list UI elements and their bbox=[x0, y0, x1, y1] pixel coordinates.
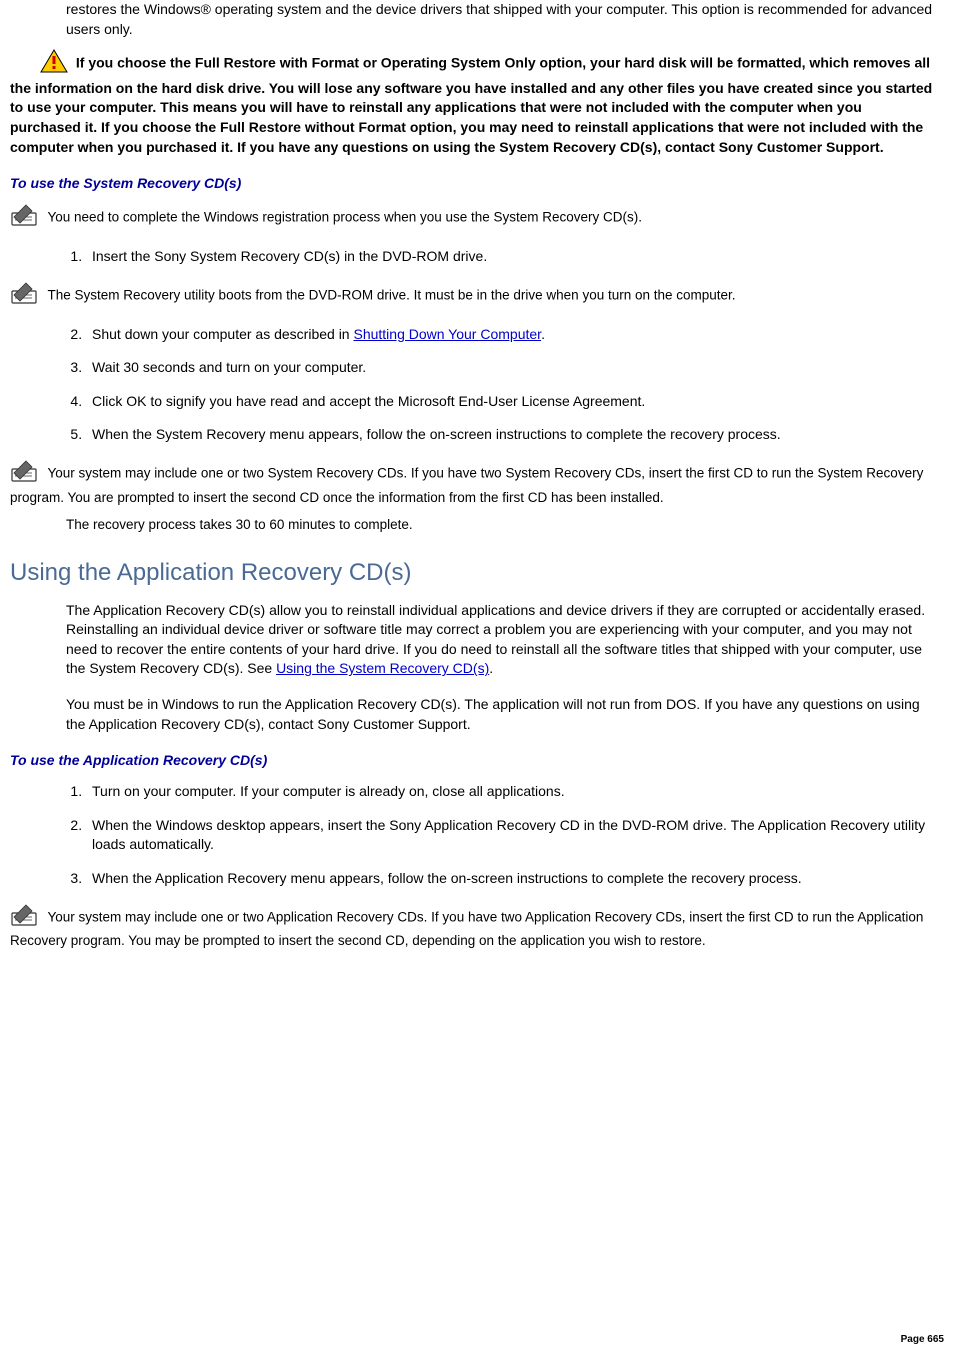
warning-icon bbox=[40, 49, 68, 79]
list-item: Turn on your computer. If your computer … bbox=[86, 782, 944, 802]
step-text-post: . bbox=[541, 326, 545, 342]
warning-callout: If you choose the Full Restore with Form… bbox=[10, 49, 934, 157]
warning-text: If you choose the Full Restore with Form… bbox=[10, 55, 932, 155]
pencil-note-icon bbox=[10, 281, 40, 311]
pencil-note-icon bbox=[10, 203, 40, 233]
note-duration: The recovery process takes 30 to 60 minu… bbox=[66, 516, 934, 535]
note-text: You need to complete the Windows registr… bbox=[44, 210, 642, 225]
note-boot: The System Recovery utility boots from t… bbox=[10, 281, 934, 311]
list-item: When the Windows desktop appears, insert… bbox=[86, 816, 944, 855]
section-heading-app-recovery: Using the Application Recovery CD(s) bbox=[10, 559, 944, 587]
intro-paragraph: restores the Windows® operating system a… bbox=[66, 0, 934, 39]
section-heading-system-recovery: To use the System Recovery CD(s) bbox=[10, 175, 944, 191]
pencil-note-icon bbox=[10, 903, 40, 933]
pencil-note-icon bbox=[10, 459, 40, 489]
system-recovery-link[interactable]: Using the System Recovery CD(s) bbox=[276, 660, 489, 676]
list-item: Click OK to signify you have read and ac… bbox=[86, 392, 944, 412]
note-app-two-cds: Your system may include one or two Appli… bbox=[10, 903, 934, 952]
step-text-pre: Shut down your computer as described in bbox=[92, 326, 353, 342]
section-heading-use-app-recovery: To use the Application Recovery CD(s) bbox=[10, 752, 944, 768]
note-registration: You need to complete the Windows registr… bbox=[10, 203, 934, 233]
list-item: When the System Recovery menu appears, f… bbox=[86, 425, 944, 445]
para-text-post: . bbox=[489, 660, 493, 676]
system-recovery-steps-part1: Insert the Sony System Recovery CD(s) in… bbox=[66, 247, 944, 267]
para-text-pre: The Application Recovery CD(s) allow you… bbox=[66, 602, 925, 677]
app-recovery-para2: You must be in Windows to run the Applic… bbox=[66, 695, 934, 734]
note-two-cds: Your system may include one or two Syste… bbox=[10, 459, 934, 508]
note-text: Your system may include one or two Syste… bbox=[10, 465, 923, 504]
shutting-down-link[interactable]: Shutting Down Your Computer bbox=[353, 326, 541, 342]
system-recovery-steps-part2: Shut down your computer as described in … bbox=[66, 325, 944, 445]
list-item: When the Application Recovery menu appea… bbox=[86, 869, 944, 889]
list-item: Insert the Sony System Recovery CD(s) in… bbox=[86, 247, 944, 267]
list-item: Wait 30 seconds and turn on your compute… bbox=[86, 358, 944, 378]
list-item: Shut down your computer as described in … bbox=[86, 325, 944, 345]
note-text: The System Recovery utility boots from t… bbox=[44, 287, 736, 302]
page-number: Page 665 bbox=[901, 1334, 944, 1345]
app-recovery-para1: The Application Recovery CD(s) allow you… bbox=[66, 601, 934, 679]
app-recovery-steps: Turn on your computer. If your computer … bbox=[66, 782, 944, 888]
note-text: Your system may include one or two Appli… bbox=[10, 909, 923, 948]
